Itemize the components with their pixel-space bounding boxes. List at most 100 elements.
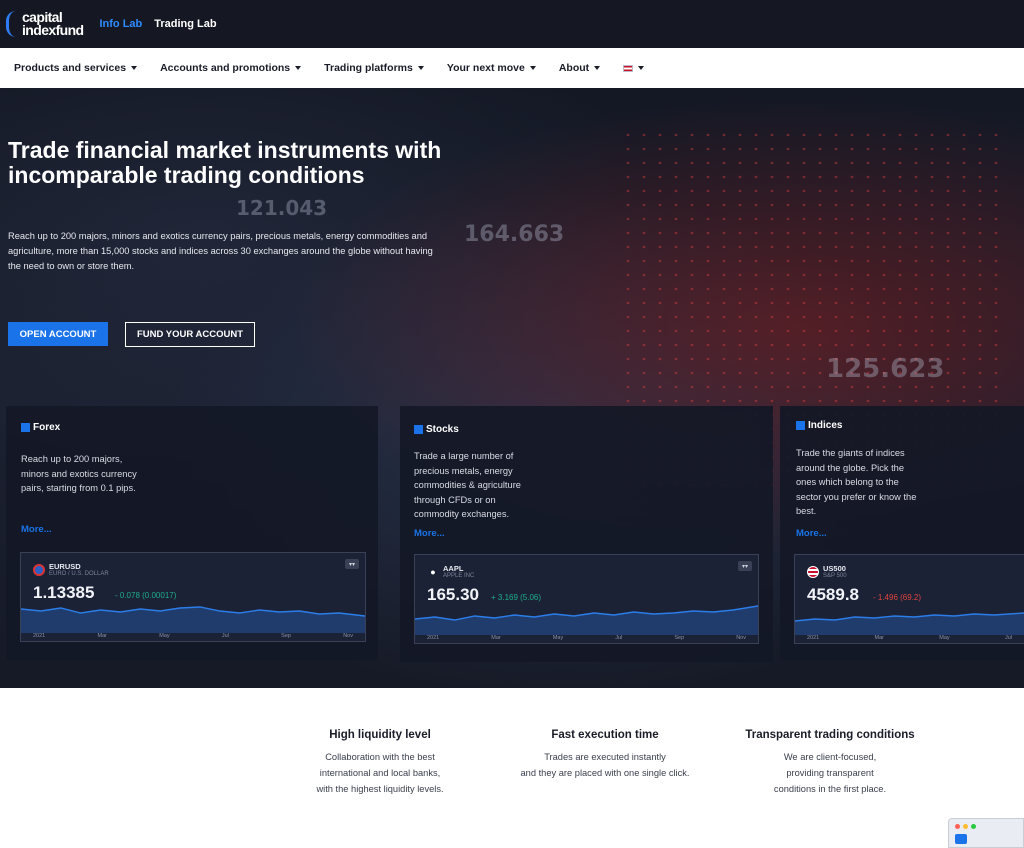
feature-text-line: Trades are executed instantly [544,752,666,762]
axis-label: Mar [874,635,885,641]
feature-text-line: We are client-focused, [783,752,877,762]
logo-mark-icon [6,11,20,37]
background-number: 164.663 [464,222,565,247]
more-link[interactable]: More... [21,524,52,535]
axis-label: May [939,635,950,641]
widget-menu-button[interactable]: ▾▾ [345,559,359,569]
chevron-down-icon [638,66,645,70]
forex-card: Forex Reach up to 200 majors, minors and… [6,406,378,660]
axis-label: 2021 [427,635,440,641]
axis-label: Jul [221,633,229,639]
feature-text-line: with the highest liquidity levels. [316,784,444,794]
axis-label: Sep [281,633,291,639]
feature-title: Transparent trading conditions [745,729,915,741]
nav-trading-platforms[interactable]: Trading platforms [324,62,424,74]
axis-label: Sep [674,635,685,641]
widget-symbol: AAPL [443,564,464,573]
feature-title: Fast execution time [551,729,659,741]
nav-label: About [558,62,590,74]
hero-title: Trade financial market instruments with … [8,137,442,188]
feature-text-line: conditions in the first place. [773,784,887,794]
axis-label: Nov [343,633,353,639]
nav-label: Your next move [446,62,525,74]
window-dot-icon [955,824,960,829]
card-text: Reach up to 200 majors, minors and exoti… [21,454,137,493]
hero-description: Reach up to 200 majors, minors and exoti… [8,231,433,271]
card-heading: Forex [21,422,60,433]
chevron-down-icon [131,66,138,70]
chevron-down-icon [529,66,536,70]
brand-mini-icon [414,425,423,434]
card-heading: Indices [796,420,842,431]
feature-liquidity: High liquidity level Collaboration with … [280,729,480,797]
toplink-info-lab[interactable]: Info Lab [99,18,142,30]
language-selector[interactable] [623,64,645,72]
nav-products-and-services[interactable]: Products and services [14,62,138,74]
brand-logo[interactable]: capital indexfund [6,0,84,48]
feature-execution: Fast execution time Trades are executed … [495,729,715,781]
axis-label: Jul [1004,635,1012,641]
chevron-down-icon [295,66,302,70]
top-links: Info Lab Trading Lab [99,18,216,30]
axis-label: May [552,635,564,641]
logo-line2: indexfund [22,22,84,38]
card-heading: Stocks [414,424,459,435]
nav-accounts-and-promotions[interactable]: Accounts and promotions [160,62,302,74]
fund-account-button[interactable]: FUND YOUR ACCOUNT [125,322,255,347]
card-text: Trade a large number of precious metals,… [414,451,521,519]
uk-flag-icon [623,64,634,72]
stocks-card: Stocks Trade a large number of precious … [400,406,773,662]
top-bar: capital indexfund Info Lab Trading Lab [0,0,1024,48]
apple-icon: ● [427,566,439,578]
card-text: Trade the giants of indices around the g… [796,448,917,516]
price-sparkline [21,606,365,633]
axis-label: 2021 [807,635,820,641]
window-dot-icon [971,824,976,829]
widget-subtitle: EURO / U.S. DOLLAR [49,571,109,577]
chevron-down-icon [417,66,424,70]
toplink-trading-lab[interactable]: Trading Lab [154,18,216,30]
feature-transparency: Transparent trading conditions We are cl… [720,729,940,797]
nav-label: Accounts and promotions [160,62,291,74]
hero-section: 121.043 164.663 125.623 Trade financial … [0,88,1024,688]
widget-axis: 2021 Mar May Jul [807,635,1012,641]
nav-your-next-move[interactable]: Your next move [447,62,536,74]
widget-symbol: US500 [823,564,846,573]
widget-axis: 2021 Mar May Jul Sep Nov [33,633,353,639]
axis-label: Jul [615,635,623,641]
widget-subtitle: S&P 500 [823,573,847,579]
feature-text-line: Collaboration with the best [325,752,435,762]
widget-subtitle: APPLE INC [443,573,475,579]
card-title: Indices [808,420,843,431]
open-account-button[interactable]: OPEN ACCOUNT [8,322,108,346]
axis-label: May [159,633,170,639]
price-sparkline [415,605,758,635]
feature-title: High liquidity level [329,729,431,741]
background-number: 125.623 [826,354,945,384]
brand-mini-icon [796,421,805,430]
window-dot-icon [963,824,968,829]
axis-label: Mar [97,633,107,639]
axis-label: Nov [736,635,746,641]
eu-flag-icon [33,564,45,576]
price-widget[interactable]: EURUSD EURO / U.S. DOLLAR ▾▾ 1.13385 - 0… [20,552,366,642]
nav-label: Trading platforms [324,62,413,74]
axis-label: 2021 [33,633,46,639]
main-nav: Products and services Accounts and promo… [0,48,1024,88]
chat-widget[interactable] [948,818,1024,848]
price-widget[interactable]: ● AAPL APPLE INC ▾▾ 165.30 + 3.169 (5.06… [414,554,759,644]
widget-menu-button[interactable]: ▾▾ [738,561,752,571]
card-title: Forex [33,422,61,433]
feature-text-line: and they are placed with one single clic… [520,768,690,778]
widget-axis: 2021 Mar May Jul Sep Nov [427,635,746,641]
price-widget[interactable]: US500 S&P 500 4589.8 - 1.496 (69.2) 2021… [794,554,1024,644]
nav-about[interactable]: About [558,62,601,74]
indices-card: Indices Trade the giants of indices arou… [780,406,1024,660]
more-link[interactable]: More... [414,528,445,539]
more-link[interactable]: More... [796,528,827,539]
card-title: Stocks [426,424,459,435]
us-flag-icon [807,566,819,578]
axis-label: Mar [491,635,501,641]
background-number: 121.043 [236,196,328,220]
brand-mini-icon [21,423,30,432]
